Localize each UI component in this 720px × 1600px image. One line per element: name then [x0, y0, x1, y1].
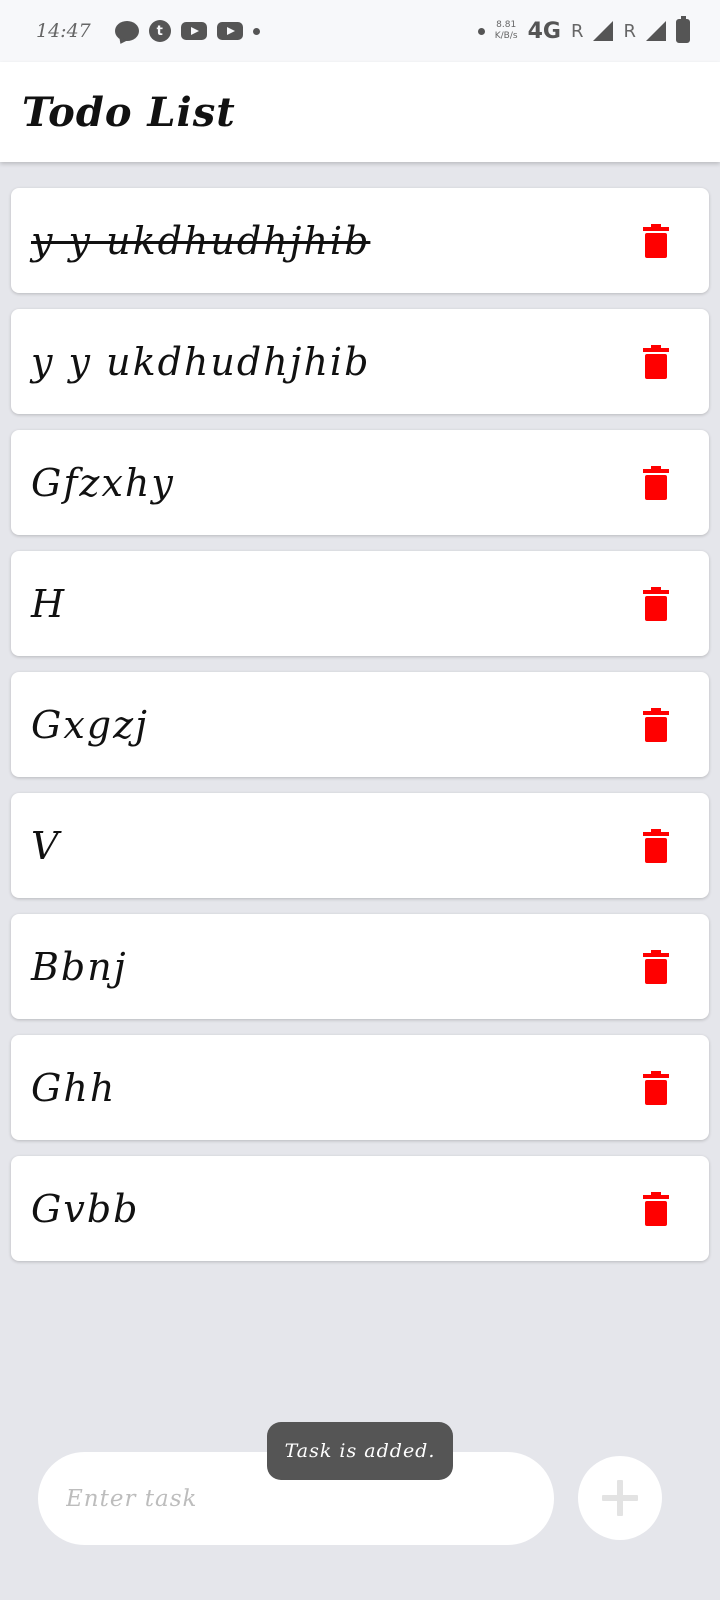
task-item[interactable]: Gfzxhy [11, 430, 709, 535]
delete-task-button[interactable] [643, 1191, 669, 1226]
toast-message: Task is added. [267, 1422, 453, 1480]
delete-task-button[interactable] [643, 828, 669, 863]
trash-icon [643, 223, 669, 258]
status-bar: 14:47 t 8.81 K/B/s 4G R R [0, 0, 720, 62]
delete-task-button[interactable] [643, 223, 669, 258]
trash-icon [643, 465, 669, 500]
t-app-notification-icon: t [148, 20, 171, 42]
task-item[interactable]: H [11, 551, 709, 656]
task-text: Bbnj [31, 944, 128, 989]
roaming-label: R [623, 20, 636, 42]
task-text: H [31, 581, 67, 626]
trash-icon [643, 586, 669, 621]
task-text: Gvbb [31, 1186, 140, 1231]
delete-task-button[interactable] [643, 949, 669, 984]
task-item[interactable]: Ghh [11, 1035, 709, 1140]
trash-icon [643, 828, 669, 863]
network-speed-value: 8.81 [496, 20, 517, 30]
add-task-button[interactable] [578, 1456, 662, 1540]
trash-icon [643, 949, 669, 984]
trash-icon [643, 707, 669, 742]
task-item[interactable]: y y ukdhudhjhib [11, 309, 709, 414]
chat-notification-icon [114, 21, 139, 41]
task-text: Gxgzj [31, 702, 149, 747]
task-text: y y ukdhudhjhib [31, 339, 371, 384]
delete-task-button[interactable] [643, 465, 669, 500]
task-text: V [31, 823, 61, 868]
task-item[interactable]: Bbnj [11, 914, 709, 1019]
network-speed-unit: K/B/s [494, 31, 518, 41]
trash-icon [643, 344, 669, 379]
signal-icon [646, 21, 666, 41]
task-item[interactable]: Gxgzj [11, 672, 709, 777]
network-type: 4G [527, 18, 561, 44]
battery-charging-icon [676, 16, 690, 43]
plus-icon [602, 1480, 638, 1516]
trash-icon [643, 1070, 669, 1105]
status-time: 14:47 [36, 20, 91, 42]
task-item[interactable]: Gvbb [11, 1156, 709, 1261]
task-item[interactable]: y y ukdhudhjhib [11, 188, 709, 293]
task-text: y y ukdhudhjhib [31, 218, 371, 263]
youtube-notification-icon [216, 22, 243, 40]
trash-icon [643, 1191, 669, 1226]
more-notifications-dot-icon [252, 27, 260, 35]
task-text: Ghh [31, 1065, 117, 1110]
network-speed: 8.81 K/B/s [495, 20, 518, 42]
task-text: Gfzxhy [31, 460, 175, 505]
roaming-label: R [570, 20, 584, 42]
status-bar-left: 14:47 t [36, 20, 260, 42]
delete-task-button[interactable] [643, 586, 669, 621]
task-item[interactable]: V [11, 793, 709, 898]
status-bar-right: 8.81 K/B/s 4G R R [477, 16, 690, 44]
task-list: y y ukdhudhjhib y y ukdhudhjhib Gfzxhy H Gxg… [11, 188, 709, 1277]
delete-task-button[interactable] [643, 707, 669, 742]
delete-task-button[interactable] [643, 1070, 669, 1105]
status-dot-icon [477, 27, 485, 35]
delete-task-button[interactable] [643, 344, 669, 379]
youtube-notification-icon [180, 22, 207, 40]
signal-icon [593, 21, 614, 41]
app-bar: Todo List [0, 62, 720, 162]
page-title: Todo List [22, 88, 236, 136]
